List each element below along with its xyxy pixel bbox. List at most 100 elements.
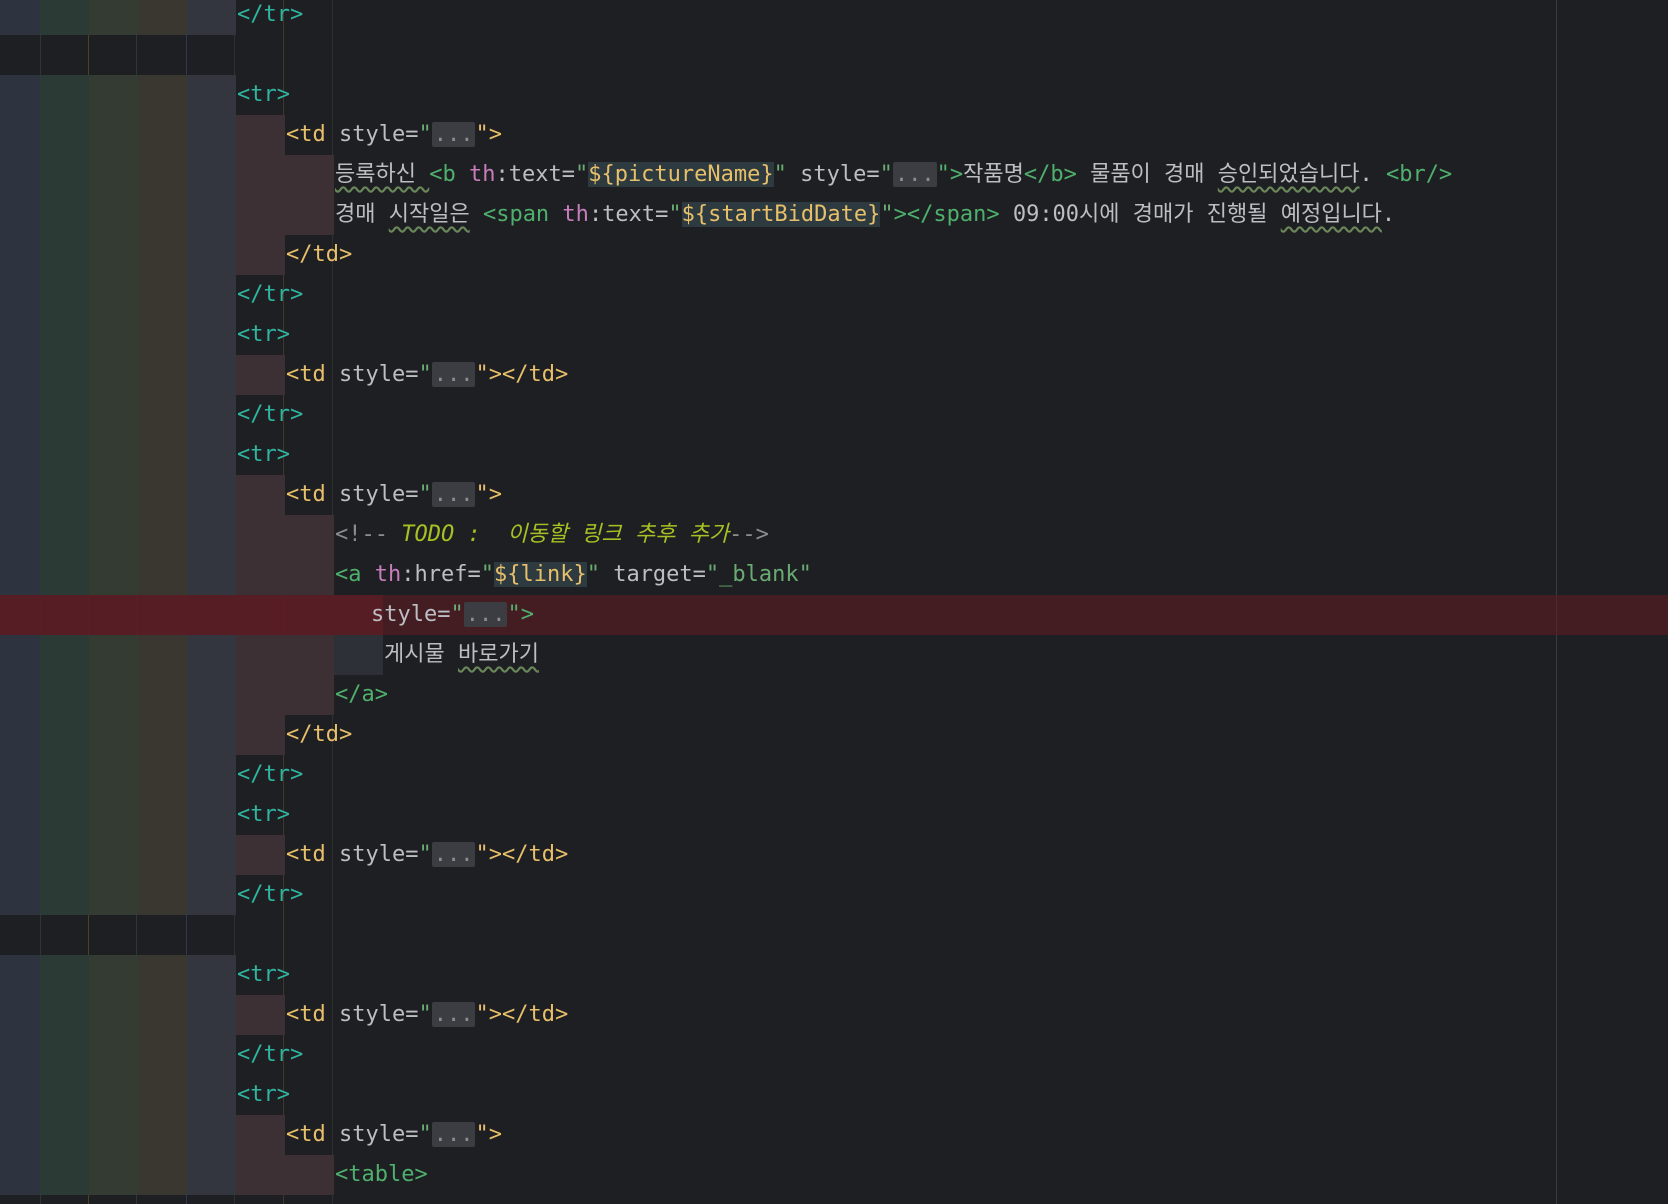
code-text[interactable]: </td> bbox=[286, 715, 352, 755]
code-text[interactable]: <td style="..."> bbox=[286, 1115, 502, 1155]
indent-band bbox=[138, 995, 187, 1035]
code-text[interactable]: <td style="..."></td> bbox=[286, 835, 568, 875]
code-editor[interactable]: </tr> <tr> <td style="..."> 등록하신 <b th:text… bbox=[0, 0, 1668, 1204]
code-line[interactable]: <tr> bbox=[0, 1075, 1668, 1115]
code-line[interactable]: </tr> bbox=[0, 275, 1668, 315]
indent-rainbow bbox=[0, 955, 400, 995]
code-line[interactable]: <tr> bbox=[0, 75, 1668, 115]
code-text[interactable]: <tr> bbox=[237, 315, 290, 355]
code-line[interactable] bbox=[0, 915, 1668, 955]
code-line[interactable]: <a th:href="${link}" target="_blank" bbox=[0, 555, 1668, 595]
code-line[interactable]: </td> bbox=[0, 715, 1668, 755]
code-line[interactable]: </tr> bbox=[0, 875, 1668, 915]
code-line[interactable]: <tr> bbox=[0, 955, 1668, 995]
code-line[interactable]: <tr> bbox=[0, 315, 1668, 355]
code-line[interactable]: </tr> bbox=[0, 0, 1668, 35]
code-line[interactable]: 등록하신 <b th:text="${pictureName}" style="… bbox=[0, 155, 1668, 195]
folded-region-toggle[interactable]: ... bbox=[431, 482, 476, 507]
indent-band bbox=[187, 115, 236, 155]
indent-band bbox=[285, 635, 334, 675]
code-text[interactable]: <tr> bbox=[237, 795, 290, 835]
indent-band bbox=[40, 1075, 89, 1115]
indent-band bbox=[0, 315, 40, 355]
code-token: <tr> bbox=[237, 962, 290, 987]
code-token: " bbox=[480, 562, 494, 587]
code-token: style= bbox=[786, 162, 880, 187]
code-text[interactable]: </tr> bbox=[237, 875, 303, 915]
indent-band bbox=[236, 715, 285, 755]
code-text[interactable]: </a> bbox=[335, 675, 388, 715]
code-text[interactable]: </tr> bbox=[237, 1035, 303, 1075]
code-text[interactable]: <tr> bbox=[237, 75, 290, 115]
code-line[interactable]: </td> bbox=[0, 235, 1668, 275]
code-token: " bbox=[879, 162, 893, 187]
code-line[interactable]: <td style="..."></td> bbox=[0, 355, 1668, 395]
code-text[interactable]: <a th:href="${link}" target="_blank" bbox=[335, 555, 812, 595]
code-text[interactable]: <table> bbox=[335, 1155, 428, 1195]
code-line[interactable]: 경매 시작일은 <span th:text="${startBidDate}">… bbox=[0, 195, 1668, 235]
indent-rainbow bbox=[0, 35, 400, 75]
folded-region-toggle[interactable]: ... bbox=[463, 602, 508, 627]
code-text[interactable]: 게시물 바로가기 bbox=[384, 635, 539, 675]
code-line[interactable]: </tr> bbox=[0, 755, 1668, 795]
code-line[interactable]: <td style="..."></td> bbox=[0, 835, 1668, 875]
code-text[interactable]: 경매 시작일은 <span th:text="${startBidDate}">… bbox=[335, 195, 1395, 235]
code-text[interactable]: </tr> bbox=[237, 0, 303, 35]
code-text[interactable]: 등록하신 <b th:text="${pictureName}" style="… bbox=[335, 155, 1452, 195]
code-line[interactable]: <table> bbox=[0, 1155, 1668, 1195]
code-text[interactable]: <tr> bbox=[237, 955, 290, 995]
indent-band bbox=[138, 835, 187, 875]
indent-band bbox=[187, 795, 236, 835]
code-text[interactable]: </tr> bbox=[237, 755, 303, 795]
code-token: --> bbox=[729, 522, 769, 547]
indent-band bbox=[0, 595, 40, 635]
code-token: <span bbox=[482, 202, 550, 227]
code-text[interactable]: <td style="..."> bbox=[286, 115, 502, 155]
indent-band bbox=[0, 755, 40, 795]
indent-band bbox=[40, 635, 89, 675]
folded-region-toggle[interactable]: ... bbox=[431, 1122, 476, 1147]
indent-band bbox=[40, 675, 89, 715]
code-text[interactable]: <td style="..."></td> bbox=[286, 995, 568, 1035]
folded-region-toggle[interactable]: ... bbox=[431, 1002, 476, 1027]
code-line[interactable]: </tr> bbox=[0, 395, 1668, 435]
indent-band bbox=[138, 275, 187, 315]
indent-band bbox=[0, 955, 40, 995]
code-text[interactable]: </tr> bbox=[237, 275, 303, 315]
indent-rainbow bbox=[0, 595, 400, 635]
indent-rainbow bbox=[0, 75, 400, 115]
code-token: <!-- bbox=[335, 522, 402, 547]
code-text[interactable]: </tr> bbox=[237, 395, 303, 435]
code-token: "></td> bbox=[475, 362, 569, 387]
code-text[interactable]: <td style="..."></td> bbox=[286, 355, 568, 395]
code-text[interactable]: <!-- TODO : 이동할 링크 추후 추가--> bbox=[335, 515, 769, 555]
code-line[interactable]: <td style="..."></td> bbox=[0, 995, 1668, 1035]
spelling-warning-token: 바로가기 bbox=[457, 642, 539, 667]
folded-region-toggle[interactable]: ... bbox=[431, 362, 476, 387]
code-line[interactable]: <tr> bbox=[0, 435, 1668, 475]
code-text[interactable]: <tr> bbox=[237, 435, 290, 475]
code-text[interactable]: </td> bbox=[286, 235, 352, 275]
code-text[interactable]: <td style="..."> bbox=[286, 475, 502, 515]
indent-band bbox=[89, 955, 138, 995]
indent-band bbox=[0, 195, 40, 235]
code-line[interactable]: <!-- TODO : 이동할 링크 추후 추가--> bbox=[0, 515, 1668, 555]
code-text[interactable]: <tr> bbox=[237, 1075, 290, 1115]
code-text[interactable]: style="..."> bbox=[371, 595, 534, 635]
code-line[interactable]: <td style="..."> bbox=[0, 1115, 1668, 1155]
indent-band bbox=[138, 195, 187, 235]
indent-band bbox=[0, 795, 40, 835]
code-line[interactable]: 게시물 바로가기 bbox=[0, 635, 1668, 675]
code-line[interactable]: <tr> bbox=[0, 795, 1668, 835]
code-line[interactable]: <td style="..."> bbox=[0, 115, 1668, 155]
code-token: 물품이 경매 bbox=[1076, 162, 1218, 187]
folded-region-toggle[interactable]: ... bbox=[431, 122, 476, 147]
code-line[interactable] bbox=[0, 35, 1668, 75]
code-line[interactable]: <td style="..."> bbox=[0, 475, 1668, 515]
folded-region-toggle[interactable]: ... bbox=[431, 842, 476, 867]
code-line[interactable]: </a> bbox=[0, 675, 1668, 715]
code-line-error[interactable]: style="..."> bbox=[0, 595, 1668, 635]
code-line[interactable]: </tr> bbox=[0, 1035, 1668, 1075]
folded-region-toggle[interactable]: ... bbox=[892, 162, 937, 187]
code-token: 작품명 bbox=[963, 162, 1024, 187]
